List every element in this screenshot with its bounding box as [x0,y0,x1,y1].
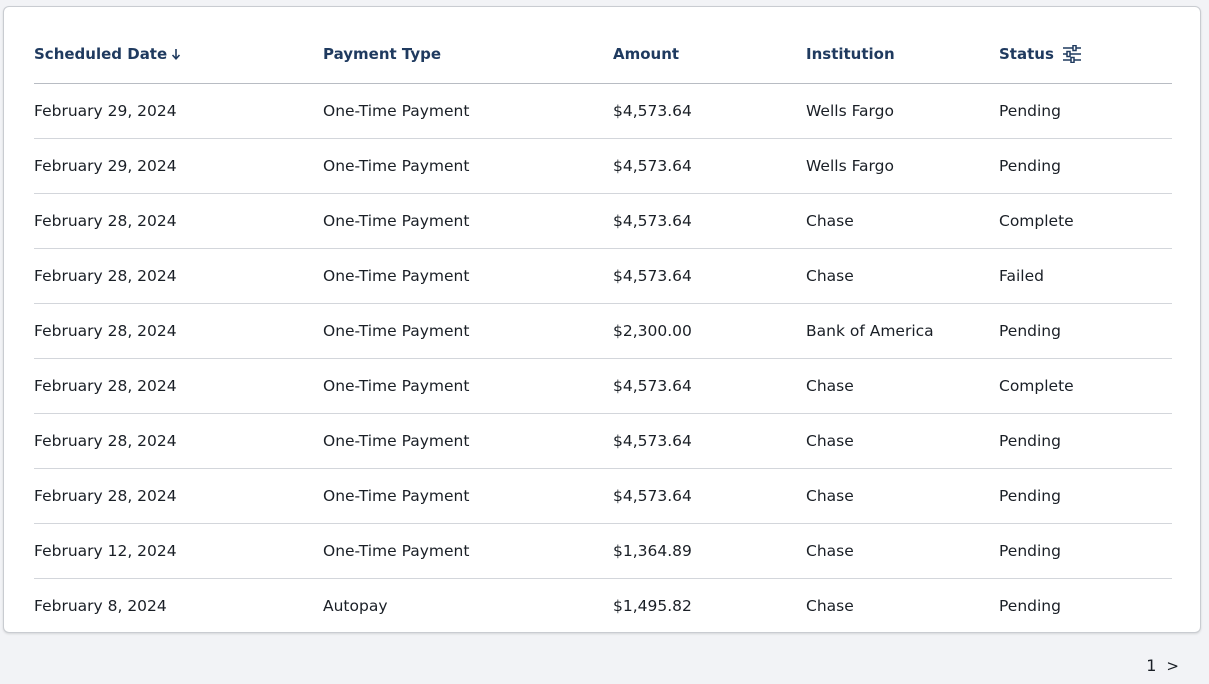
table-row[interactable]: February 29, 2024 One-Time Payment $4,573.… [34,84,1172,139]
table-row[interactable]: February 28, 2024 One-Time Payment $4,573.… [34,194,1172,249]
cell-amount: $4,573.64 [613,157,692,175]
cell-institution: Bank of America [806,322,934,340]
table-body: February 29, 2024 One-Time Payment $4,573.… [34,84,1172,634]
cell-institution: Chase [806,212,854,230]
cell-payment-type: One-Time Payment [323,267,470,285]
column-header-label: Payment Type [323,45,442,63]
column-header-label: Institution [806,45,895,63]
table-row[interactable]: February 28, 2024 One-Time Payment $4,573.… [34,469,1172,524]
cell-amount: $4,573.64 [613,487,692,505]
table-row[interactable]: February 12, 2024 One-Time Payment $1,364.… [34,524,1172,579]
cell-institution: Chase [806,542,854,560]
cell-scheduled-date: February 28, 2024 [34,487,177,505]
cell-scheduled-date: February 12, 2024 [34,542,177,560]
arrow-down-icon [172,49,181,60]
payments-table: Scheduled Date Payment Type Amount Insti… [34,7,1172,634]
table-row[interactable]: February 28, 2024 One-Time Payment $4,573.… [34,359,1172,414]
cell-scheduled-date: February 28, 2024 [34,377,177,395]
cell-scheduled-date: February 28, 2024 [34,432,177,450]
pagination: 1 > [1146,656,1179,675]
cell-payment-type: Autopay [323,597,388,615]
column-header-payment-type[interactable]: Payment Type [323,45,441,63]
column-header-label: Scheduled Date [34,45,168,63]
table-header: Scheduled Date Payment Type Amount Insti… [34,7,1172,84]
cell-amount: $4,573.64 [613,212,692,230]
cell-scheduled-date: February 28, 2024 [34,212,177,230]
column-header-amount[interactable]: Amount [613,45,679,63]
column-header-status[interactable]: Status [999,45,1082,63]
cell-payment-type: One-Time Payment [323,377,470,395]
cell-amount: $4,573.64 [613,377,692,395]
table-row[interactable]: February 28, 2024 One-Time Payment $4,573.… [34,414,1172,469]
cell-status: Failed [999,267,1044,285]
column-header-institution[interactable]: Institution [806,45,895,63]
cell-scheduled-date: February 29, 2024 [34,102,177,120]
cell-institution: Chase [806,377,854,395]
cell-scheduled-date: February 29, 2024 [34,157,177,175]
cell-status: Complete [999,377,1074,395]
cell-payment-type: One-Time Payment [323,157,470,175]
cell-amount: $4,573.64 [613,432,692,450]
cell-institution: Wells Fargo [806,157,894,175]
next-page-button[interactable]: > [1166,657,1179,674]
cell-status: Pending [999,102,1061,120]
cell-institution: Chase [806,597,854,615]
cell-status: Pending [999,597,1061,615]
page-number-current[interactable]: 1 [1146,656,1156,675]
column-header-scheduled-date[interactable]: Scheduled Date [34,45,181,63]
cell-status: Pending [999,542,1061,560]
cell-amount: $1,364.89 [613,542,692,560]
cell-payment-type: One-Time Payment [323,487,470,505]
cell-amount: $4,573.64 [613,267,692,285]
cell-amount: $4,573.64 [613,102,692,120]
cell-scheduled-date: February 28, 2024 [34,322,177,340]
cell-institution: Chase [806,432,854,450]
column-header-label: Status [999,45,1054,63]
cell-payment-type: One-Time Payment [323,432,470,450]
table-row[interactable]: February 28, 2024 One-Time Payment $2,300.… [34,304,1172,359]
cell-payment-type: One-Time Payment [323,212,470,230]
column-header-label: Amount [613,45,680,63]
cell-scheduled-date: February 28, 2024 [34,267,177,285]
cell-status: Pending [999,487,1061,505]
table-row[interactable]: February 28, 2024 One-Time Payment $4,573.… [34,249,1172,304]
payments-table-card: Scheduled Date Payment Type Amount Insti… [3,6,1201,633]
sliders-icon[interactable] [1062,45,1082,63]
cell-institution: Wells Fargo [806,102,894,120]
cell-institution: Chase [806,487,854,505]
cell-amount: $1,495.82 [613,597,692,615]
cell-payment-type: One-Time Payment [323,542,470,560]
cell-status: Pending [999,322,1061,340]
cell-status: Complete [999,212,1074,230]
cell-institution: Chase [806,267,854,285]
cell-status: Pending [999,432,1061,450]
table-row[interactable]: February 8, 2024 Autopay $1,495.82 Chase Pen… [34,579,1172,634]
cell-status: Pending [999,157,1061,175]
cell-amount: $2,300.00 [613,322,692,340]
cell-scheduled-date: February 8, 2024 [34,597,167,615]
table-row[interactable]: February 29, 2024 One-Time Payment $4,573.… [34,139,1172,194]
cell-payment-type: One-Time Payment [323,102,470,120]
cell-payment-type: One-Time Payment [323,322,470,340]
